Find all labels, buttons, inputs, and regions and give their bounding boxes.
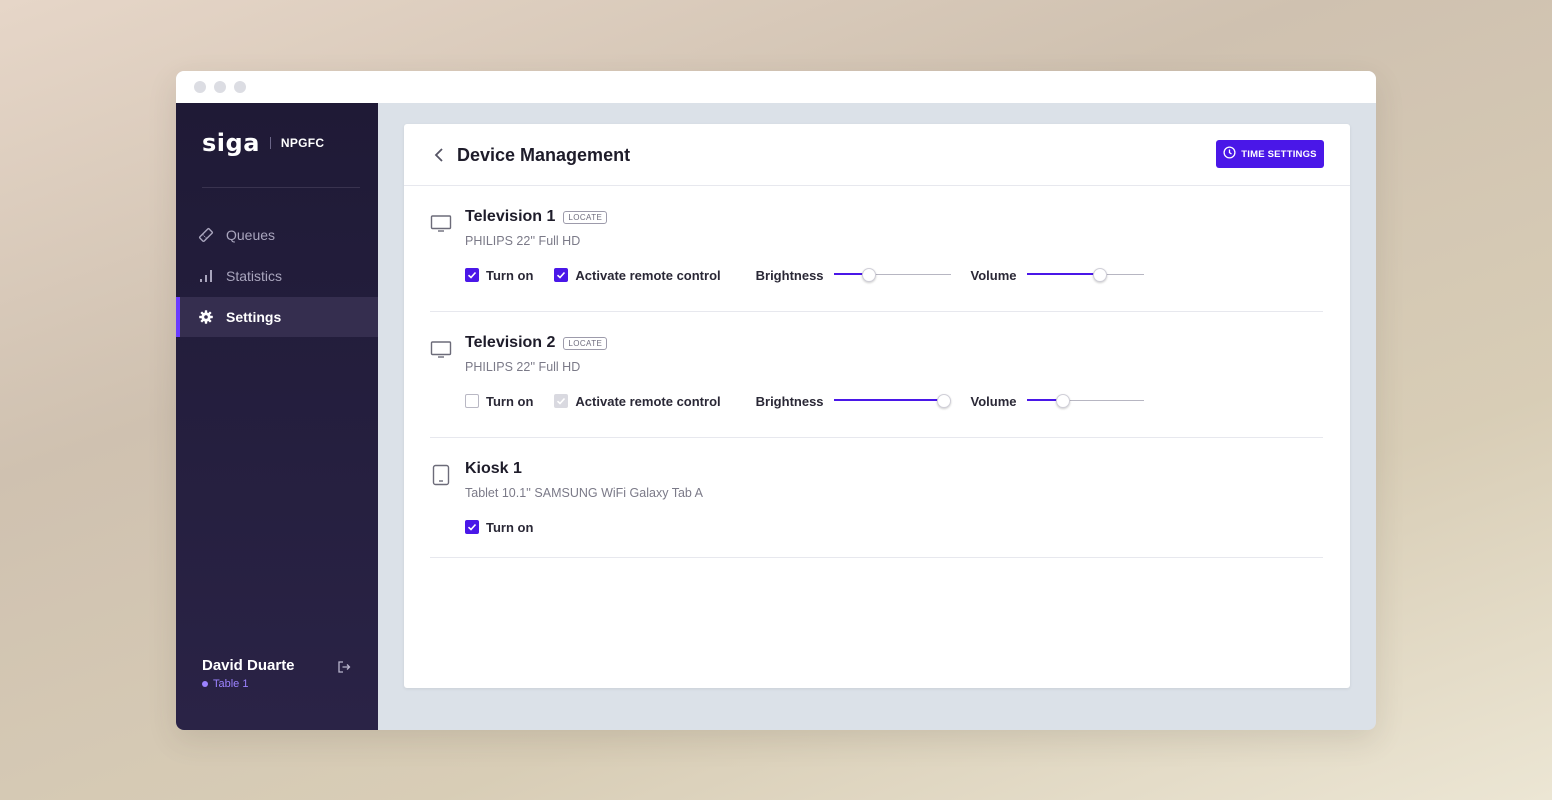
locate-button[interactable]: LOCATE bbox=[563, 210, 608, 224]
bar-chart-icon bbox=[198, 268, 214, 284]
sidebar-item-queues[interactable]: Queues bbox=[176, 215, 378, 255]
volume-control: Volume bbox=[971, 394, 1144, 409]
sidebar-item-settings[interactable]: Settings bbox=[176, 297, 378, 337]
user-table: Table 1 bbox=[202, 678, 352, 690]
chevron-left-icon[interactable] bbox=[432, 146, 446, 164]
locate-button[interactable]: LOCATE bbox=[563, 336, 608, 350]
slider-thumb[interactable] bbox=[861, 268, 876, 282]
device-name: Television 2 LOCATE bbox=[465, 334, 608, 352]
sidebar-nav: Queues Statistics Settings bbox=[176, 215, 378, 338]
window-titlebar bbox=[176, 71, 1376, 103]
turn-on-checkbox[interactable]: Turn on bbox=[465, 268, 533, 283]
app-window: siga NPGFC Queues Statistics Settings Da… bbox=[176, 71, 1376, 730]
monitor-icon bbox=[430, 338, 452, 360]
device-model: PHILIPS 22'' Full HD bbox=[465, 234, 581, 248]
device-model: PHILIPS 22'' Full HD bbox=[465, 360, 581, 374]
clock-icon bbox=[1223, 146, 1236, 162]
sidebar-item-label: Queues bbox=[226, 227, 276, 243]
time-settings-button[interactable]: TIME SETTINGS bbox=[1216, 140, 1324, 168]
checkbox-disabled-icon[interactable] bbox=[554, 394, 569, 408]
tablet-icon bbox=[430, 464, 452, 486]
turn-on-checkbox[interactable]: Turn on bbox=[465, 394, 533, 409]
window-minimize-dot[interactable] bbox=[214, 81, 226, 93]
device-name-text: Television 2 bbox=[465, 334, 556, 351]
remote-control-checkbox[interactable]: Activate remote control bbox=[554, 267, 721, 283]
device-name: Television 1 LOCATE bbox=[465, 208, 608, 226]
checkbox-checked-icon[interactable] bbox=[465, 520, 479, 534]
turn-on-label: Turn on bbox=[486, 519, 534, 535]
device-name-text: Kiosk 1 bbox=[465, 460, 522, 477]
status-dot bbox=[202, 681, 208, 687]
slider-fill bbox=[1026, 273, 1101, 275]
device-controls: Turn on Activate remote control Brightne… bbox=[465, 392, 1144, 410]
remote-control-checkbox[interactable]: Activate remote control bbox=[554, 393, 721, 409]
device-row-television-1: Television 1 LOCATE PHILIPS 22'' Full HD… bbox=[430, 208, 1323, 312]
monitor-icon bbox=[430, 212, 452, 234]
logout-icon[interactable] bbox=[336, 659, 352, 675]
window-close-dot[interactable] bbox=[194, 81, 206, 93]
device-name: Kiosk 1 bbox=[465, 460, 522, 478]
checkbox-checked-icon[interactable] bbox=[554, 268, 569, 282]
brand: siga NPGFC bbox=[202, 129, 324, 157]
volume-control: Volume bbox=[971, 268, 1144, 283]
brightness-label: Brightness bbox=[755, 393, 824, 409]
gear-icon bbox=[198, 309, 214, 325]
volume-label: Volume bbox=[970, 393, 1017, 409]
user-panel: David Duarte Table 1 bbox=[202, 657, 352, 690]
volume-label: Volume bbox=[970, 267, 1017, 283]
device-row-television-2: Television 2 LOCATE PHILIPS 22'' Full HD… bbox=[430, 334, 1323, 438]
sidebar: siga NPGFC Queues Statistics Settings Da… bbox=[176, 103, 378, 730]
window-maximize-dot[interactable] bbox=[234, 81, 246, 93]
slider-thumb[interactable] bbox=[1093, 268, 1108, 282]
slider-thumb[interactable] bbox=[1055, 394, 1070, 408]
card-header: Device Management TIME SETTINGS bbox=[404, 124, 1350, 186]
device-model: Tablet 10.1'' SAMSUNG WiFi Galaxy Tab A bbox=[465, 486, 703, 500]
brand-org: NPGFC bbox=[280, 136, 325, 150]
remote-control-label: Activate remote control bbox=[575, 393, 721, 409]
device-management-card: Device Management TIME SETTINGS Televisi… bbox=[404, 124, 1350, 688]
user-table-label[interactable]: Table 1 bbox=[213, 678, 248, 690]
turn-on-label: Turn on bbox=[486, 393, 534, 409]
time-settings-label: TIME SETTINGS bbox=[1241, 148, 1317, 160]
device-controls: Turn on bbox=[465, 518, 554, 536]
brand-separator bbox=[269, 137, 271, 149]
user-name: David Duarte bbox=[202, 657, 295, 674]
brightness-slider[interactable] bbox=[833, 268, 951, 282]
ticket-icon bbox=[198, 227, 214, 243]
brightness-slider[interactable] bbox=[833, 394, 951, 408]
brightness-control: Brightness bbox=[756, 268, 951, 283]
brand-logo[interactable]: siga bbox=[202, 129, 260, 157]
page-title: Device Management bbox=[457, 145, 631, 165]
slider-fill bbox=[833, 399, 944, 401]
volume-slider[interactable] bbox=[1026, 268, 1144, 282]
device-controls: Turn on Activate remote control Brightne… bbox=[465, 266, 1144, 284]
slider-thumb[interactable] bbox=[936, 394, 951, 408]
sidebar-divider bbox=[202, 187, 360, 188]
sidebar-item-label: Statistics bbox=[226, 268, 283, 284]
sidebar-item-statistics[interactable]: Statistics bbox=[176, 256, 378, 296]
sidebar-item-label: Settings bbox=[226, 309, 282, 325]
device-row-kiosk-1: Kiosk 1 Tablet 10.1'' SAMSUNG WiFi Galax… bbox=[430, 460, 1323, 558]
device-name-text: Television 1 bbox=[465, 208, 556, 225]
checkbox-checked-icon[interactable] bbox=[465, 268, 479, 282]
remote-control-label: Activate remote control bbox=[575, 267, 721, 283]
brightness-control: Brightness bbox=[756, 394, 951, 409]
turn-on-checkbox[interactable]: Turn on bbox=[465, 520, 533, 535]
brightness-label: Brightness bbox=[755, 267, 824, 283]
volume-slider[interactable] bbox=[1026, 394, 1144, 408]
turn-on-label: Turn on bbox=[486, 267, 534, 283]
checkbox-unchecked-icon[interactable] bbox=[465, 394, 479, 408]
